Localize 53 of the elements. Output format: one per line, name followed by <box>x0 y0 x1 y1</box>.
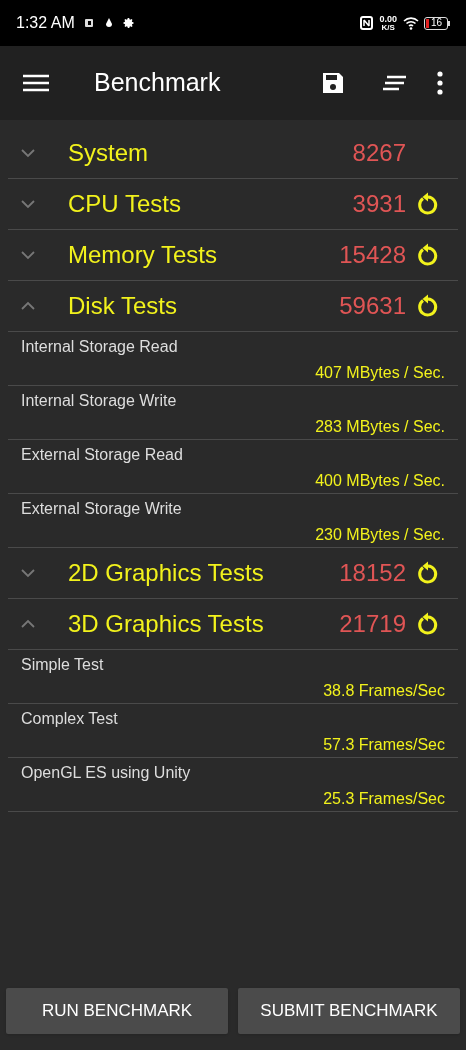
drop-icon <box>104 18 113 28</box>
result-value: 283 MBytes / Sec. <box>315 417 445 437</box>
expand-chevron-icon[interactable] <box>20 148 36 158</box>
group-score: 21719 <box>339 609 406 639</box>
refresh-icon[interactable] <box>416 294 440 318</box>
save-icon[interactable] <box>321 71 345 95</box>
group-score: 18152 <box>339 558 406 588</box>
more-icon[interactable] <box>437 71 443 95</box>
refresh-icon[interactable] <box>416 243 440 267</box>
group-title: 3D Graphics Tests <box>68 609 264 639</box>
result-value: 57.3 Frames/Sec <box>323 735 445 755</box>
group-score: 8267 <box>352 138 406 168</box>
group-title: CPU Tests <box>68 189 181 219</box>
result-label: Complex Test <box>21 709 118 729</box>
result-value: 407 MBytes / Sec. <box>315 363 445 383</box>
sort-icon[interactable] <box>383 75 407 91</box>
menu-icon[interactable] <box>23 74 49 92</box>
result-value: 400 MBytes / Sec. <box>315 471 445 491</box>
group-score: 15428 <box>339 240 406 270</box>
group-score: 59631 <box>339 291 406 321</box>
result-value: 25.3 Frames/Sec <box>323 789 445 809</box>
toolbar-title: Benchmark <box>94 67 221 99</box>
result-label: OpenGL ES using Unity <box>21 763 191 783</box>
group-title: 2D Graphics Tests <box>68 558 264 588</box>
result-label: Simple Test <box>21 655 104 675</box>
network-unit: K/S <box>381 23 395 32</box>
result-label: External Storage Read <box>21 445 183 465</box>
nfc-icon <box>360 16 374 30</box>
status-time: 1:32 AM <box>16 13 75 33</box>
expand-chevron-icon[interactable] <box>20 199 36 209</box>
notification-icon <box>84 18 95 28</box>
benchmark-button[interactable]: RUN BENCHMARK <box>6 988 228 1034</box>
settings-icon <box>122 17 135 29</box>
refresh-icon[interactable] <box>416 561 440 585</box>
network-speed: 0.00 <box>379 14 397 24</box>
wifi-icon <box>403 16 419 30</box>
battery-indicator: 16 <box>424 16 450 30</box>
result-label: External Storage Write <box>21 499 182 519</box>
result-label: Internal Storage Read <box>21 337 178 357</box>
result-value: 230 MBytes / Sec. <box>315 525 445 545</box>
group-title: Disk Tests <box>68 291 177 321</box>
collapse-chevron-icon[interactable] <box>20 619 36 629</box>
result-label: Internal Storage Write <box>21 391 177 411</box>
refresh-icon[interactable] <box>416 612 440 636</box>
expand-chevron-icon[interactable] <box>20 568 36 578</box>
refresh-icon[interactable] <box>416 192 440 216</box>
benchmark-button[interactable]: SUBMIT BENCHMARK <box>238 988 460 1034</box>
group-score: 3931 <box>352 189 406 219</box>
group-title: Memory Tests <box>68 240 217 270</box>
collapse-chevron-icon[interactable] <box>20 301 36 311</box>
expand-chevron-icon[interactable] <box>20 250 36 260</box>
group-title: System <box>68 138 148 168</box>
result-value: 38.8 Frames/Sec <box>323 681 445 701</box>
